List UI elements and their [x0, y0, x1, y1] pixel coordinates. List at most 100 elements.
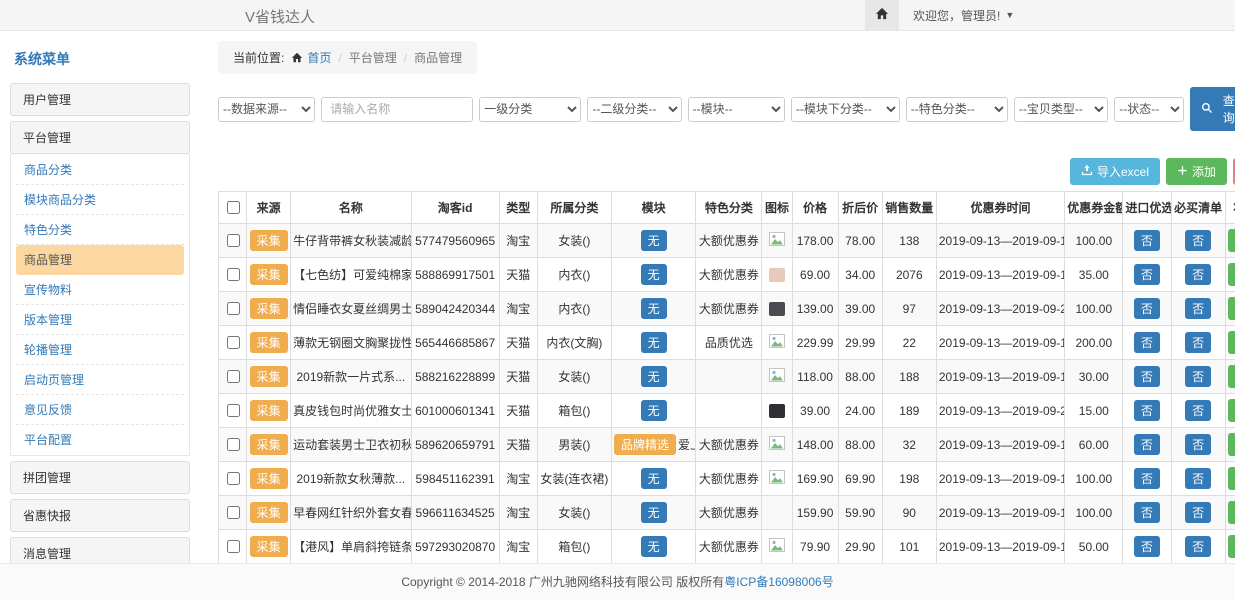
taoke-id: 565446685867 — [411, 326, 499, 360]
import-excel-button[interactable]: 导入excel — [1070, 158, 1160, 185]
status-button[interactable]: 上架 — [1228, 365, 1235, 388]
status-button[interactable]: 上架 — [1228, 535, 1235, 558]
filter-select[interactable]: --特色分类-- — [906, 97, 1008, 122]
sidebar-subitem[interactable]: 特色分类 — [16, 215, 184, 245]
caret-down-icon: ▼ — [1005, 10, 1014, 20]
taoke-id: 597293020870 — [411, 530, 499, 564]
query-button[interactable]: 查询 — [1190, 87, 1235, 131]
sidebar-group-label: 平台管理 — [23, 131, 71, 145]
must-buy-toggle[interactable]: 否 — [1185, 502, 1211, 523]
module-cell: 无 — [612, 258, 696, 292]
column-header: 优惠券时间 — [936, 192, 1064, 224]
module-badge: 无 — [641, 468, 667, 489]
home-button[interactable] — [865, 0, 899, 30]
must-buy-toggle[interactable]: 否 — [1185, 536, 1211, 557]
select-all-checkbox[interactable] — [227, 201, 240, 214]
import-select-toggle[interactable]: 否 — [1134, 264, 1160, 285]
must-buy-toggle[interactable]: 否 — [1185, 264, 1211, 285]
status-button[interactable]: 上架 — [1228, 501, 1235, 524]
coupon-amount: 30.00 — [1065, 360, 1123, 394]
status-button[interactable]: 上架 — [1228, 297, 1235, 320]
status-button[interactable]: 上架 — [1228, 433, 1235, 456]
module-cell: 无 — [612, 292, 696, 326]
filter-select[interactable]: --数据来源-- — [218, 97, 315, 122]
status-button[interactable]: 上架 — [1228, 263, 1235, 286]
sidebar-subitem[interactable]: 模块商品分类 — [16, 185, 184, 215]
row-checkbox[interactable] — [227, 370, 240, 383]
status-button[interactable]: 上架 — [1228, 399, 1235, 422]
add-button[interactable]: 添加 — [1166, 158, 1227, 185]
import-select-toggle[interactable]: 否 — [1134, 298, 1160, 319]
must-buy-toggle[interactable]: 否 — [1185, 298, 1211, 319]
filter-select[interactable]: --模块下分类-- — [791, 97, 900, 122]
must-buy-toggle[interactable]: 否 — [1185, 332, 1211, 353]
row-checkbox[interactable] — [227, 404, 240, 417]
breadcrumb-item[interactable]: 商品管理 — [414, 49, 462, 66]
filter-select[interactable]: --宝贝类型-- — [1014, 97, 1108, 122]
import-select-toggle[interactable]: 否 — [1134, 502, 1160, 523]
coupon-time: 2019-09-13—2019-09-18 — [936, 530, 1064, 564]
broken-image-icon — [769, 334, 785, 351]
row-checkbox[interactable] — [227, 268, 240, 281]
import-select-toggle[interactable]: 否 — [1134, 434, 1160, 455]
coupon-amount: 60.00 — [1065, 428, 1123, 462]
filter-select[interactable]: --二级分类-- — [587, 97, 681, 122]
broken-image-icon — [769, 436, 785, 453]
must-buy-toggle[interactable]: 否 — [1185, 434, 1211, 455]
filter-select[interactable]: 一级分类 — [479, 97, 581, 122]
icon-cell — [762, 360, 792, 394]
status-button[interactable]: 上架 — [1228, 331, 1235, 354]
coupon-time: 2019-09-13—2019-09-18 — [936, 258, 1064, 292]
breadcrumb-home-link[interactable]: 首页 — [291, 49, 331, 66]
sidebar-group[interactable]: 平台管理 — [10, 121, 190, 154]
sales-count: 138 — [882, 224, 936, 258]
breadcrumb-item[interactable]: 平台管理 — [349, 49, 397, 66]
status-button[interactable]: 上架 — [1228, 229, 1235, 252]
table-row: 采集 2019新款女秋薄款... 598451162391 淘宝 女装(连衣裙)… — [219, 462, 1235, 496]
sidebar-subitem[interactable]: 平台配置 — [16, 425, 184, 454]
icon-cell — [762, 428, 792, 462]
row-checkbox[interactable] — [227, 472, 240, 485]
search-input[interactable] — [321, 97, 473, 122]
column-header: 图标 — [762, 192, 792, 224]
import-select-toggle[interactable]: 否 — [1134, 230, 1160, 251]
broken-image-icon — [769, 232, 785, 249]
must-buy-toggle[interactable]: 否 — [1185, 400, 1211, 421]
must-buy-toggle[interactable]: 否 — [1185, 366, 1211, 387]
import-select-toggle[interactable]: 否 — [1134, 400, 1160, 421]
sidebar-subitem[interactable]: 轮播管理 — [16, 335, 184, 365]
table-body: 采集 牛仔背带裤女秋装减龄... 577479560965 淘宝 女装() 无 … — [219, 224, 1235, 564]
import-select-toggle[interactable]: 否 — [1134, 366, 1160, 387]
icp-link[interactable]: 粤ICP备16098006号 — [724, 575, 833, 589]
filter-select[interactable]: --模块-- — [688, 97, 785, 122]
row-checkbox[interactable] — [227, 540, 240, 553]
sidebar-group[interactable]: 用户管理 — [10, 83, 190, 116]
sidebar-subitem[interactable]: 商品分类 — [16, 155, 184, 185]
product-category: 女装() — [537, 496, 611, 530]
sidebar-group[interactable]: 拼团管理 — [10, 461, 190, 494]
user-menu[interactable]: 欢迎您，管理员! ▼ — [913, 7, 1014, 24]
must-buy-toggle[interactable]: 否 — [1185, 468, 1211, 489]
row-checkbox[interactable] — [227, 506, 240, 519]
product-category: 内衣() — [537, 292, 611, 326]
sidebar-subitem[interactable]: 宣传物料 — [16, 275, 184, 305]
row-checkbox[interactable] — [227, 438, 240, 451]
import-select-toggle[interactable]: 否 — [1134, 468, 1160, 489]
row-checkbox[interactable] — [227, 336, 240, 349]
status-button[interactable]: 上架 — [1228, 467, 1235, 490]
row-checkbox[interactable] — [227, 302, 240, 315]
import-select-toggle[interactable]: 否 — [1134, 332, 1160, 353]
sidebar-group[interactable]: 消息管理 — [10, 537, 190, 563]
sidebar-group[interactable]: 省惠快报 — [10, 499, 190, 532]
product-name: 【港风】单肩斜挎链条... — [291, 530, 411, 564]
must-buy-toggle[interactable]: 否 — [1185, 230, 1211, 251]
sidebar-subitem[interactable]: 意见反馈 — [16, 395, 184, 425]
sidebar-subitem[interactable]: 商品管理 — [16, 245, 184, 275]
sidebar-subitem[interactable]: 启动页管理 — [16, 365, 184, 395]
filter-select[interactable]: --状态-- — [1114, 97, 1184, 122]
feature-category: 大额优惠券 — [696, 428, 762, 462]
product-thumbnail — [769, 404, 785, 418]
row-checkbox[interactable] — [227, 234, 240, 247]
sidebar-subitem[interactable]: 版本管理 — [16, 305, 184, 335]
import-select-toggle[interactable]: 否 — [1134, 536, 1160, 557]
